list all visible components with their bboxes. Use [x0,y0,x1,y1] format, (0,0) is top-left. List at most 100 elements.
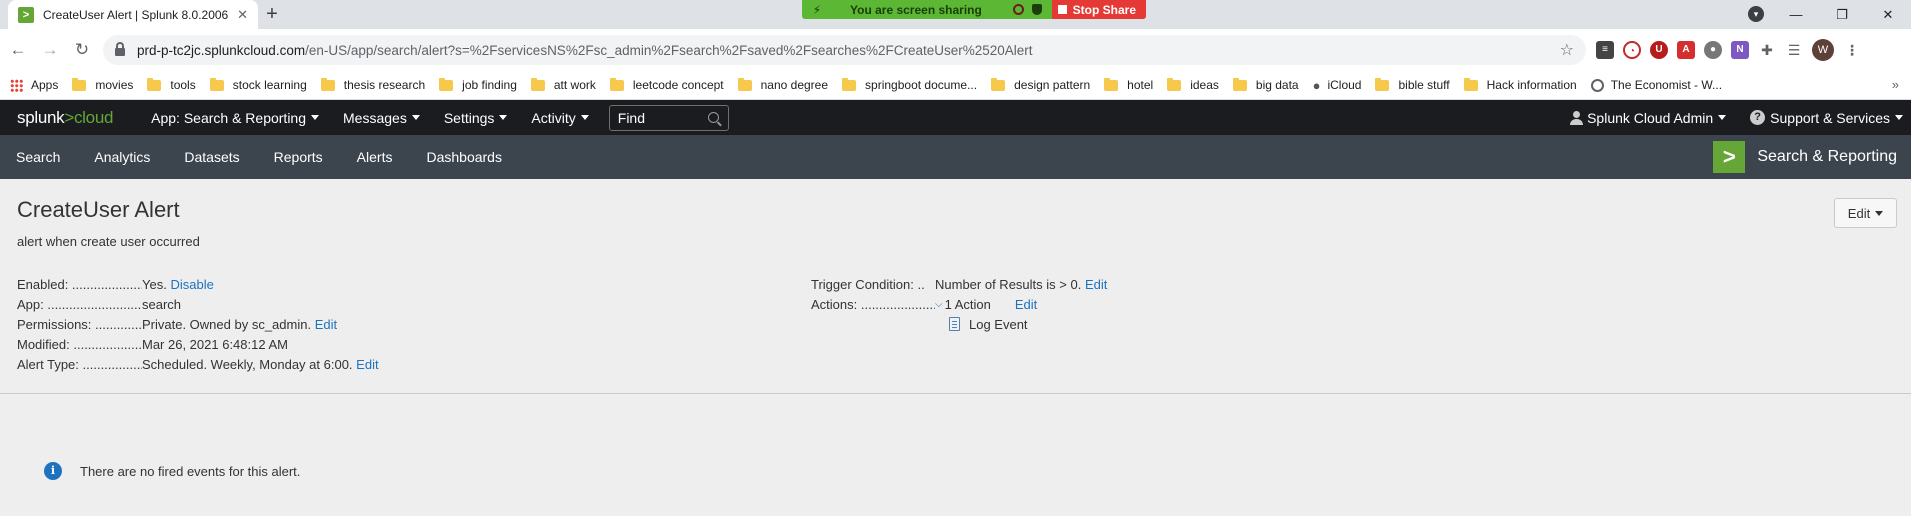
browser-menu-icon[interactable]: ⋮ [1843,41,1861,59]
tab-title: CreateUser Alert | Splunk 8.0.2006 [43,7,229,22]
app-bar: Search Analytics Datasets Reports Alerts… [0,135,1911,179]
circle-extension-icon[interactable]: ● [1704,41,1722,59]
restore-icon[interactable]: ❐ [1819,7,1865,23]
browser-tab-strip: > CreateUser Alert | Splunk 8.0.2006 ✕ +… [0,0,1911,29]
profile-dropdown-icon[interactable]: ▾ [1748,6,1764,22]
folder-icon [609,77,624,91]
bookmark-label: bible stuff [1398,78,1450,92]
folder-icon [320,77,335,91]
alert-properties-left: Enabled: ...................... Yes. Dis… [17,274,379,374]
splunk-favicon-icon: > [18,6,34,23]
timer-extension-icon[interactable]: ◔ [1623,41,1641,59]
app-nav-search[interactable]: Search [0,149,77,165]
find-input[interactable] [617,109,708,126]
bookmark-item[interactable]: big data [1232,77,1299,92]
disable-link[interactable]: Disable [170,277,213,292]
search-icon[interactable] [707,112,719,123]
url-text[interactable]: prd-p-tc2jc.splunkcloud.com/en-US/app/se… [137,43,1560,58]
settings-menu[interactable]: Settings [444,110,508,126]
caret-down-icon [499,115,508,120]
section-divider [0,393,1911,394]
puzzle-extensions-icon[interactable]: ✚ [1758,41,1776,59]
share-status-icon: ⚡ [812,2,822,17]
edit-dropdown-button[interactable]: Edit [1834,198,1897,228]
app-brand[interactable]: > Search & Reporting [1713,141,1897,173]
tab-close-icon[interactable]: ✕ [237,7,248,23]
page-title: CreateUser Alert [17,197,180,222]
bookmark-item[interactable]: Apps [10,78,58,92]
activity-menu[interactable]: Activity [531,110,589,126]
window-controls: — ❐ ✕ [1773,0,1911,29]
find-box[interactable] [608,104,729,131]
app-nav-alerts[interactable]: Alerts [340,149,410,165]
user-menu[interactable]: Splunk Cloud Admin [1570,110,1727,126]
stop-share-button[interactable]: Stop Share [1051,0,1146,19]
bookmark-item[interactable]: stock learning [209,77,307,92]
bookmark-item[interactable]: job finding [439,77,517,92]
bookmark-item[interactable]: movies [72,77,133,92]
app-nav-dashboards[interactable]: Dashboards [409,149,519,165]
bookmark-item[interactable]: thesis research [320,77,426,92]
app-nav-datasets[interactable]: Datasets [167,149,256,165]
folder-icon [530,77,545,91]
app-nav-reports[interactable]: Reports [257,149,340,165]
onenote-extension-icon[interactable]: N [1731,41,1749,59]
bookmarks-overflow-icon[interactable]: » [1892,77,1899,92]
app-menu[interactable]: App: Search & Reporting [151,110,320,126]
bookmark-item[interactable]: hotel [1104,77,1153,92]
reader-extension-icon[interactable]: ≡ [1596,41,1614,59]
bookmark-item[interactable]: The Economist - W... [1590,78,1722,92]
app-nav-analytics[interactable]: Analytics [77,149,167,165]
chevron-down-icon[interactable]: ⌵ [935,299,943,310]
browser-tab[interactable]: > CreateUser Alert | Splunk 8.0.2006 ✕ [8,0,258,29]
bookmark-item[interactable]: tools [147,77,196,92]
actions-count[interactable]: 1 Action [945,297,991,312]
prop-app: App: ............................... sea… [17,296,182,312]
ublock-extension-icon[interactable]: U [1650,41,1668,59]
bookmark-label: thesis research [343,78,426,92]
bookmark-label: stock learning [232,78,307,92]
trigger-edit-link[interactable]: Edit [1085,277,1107,292]
permissions-edit-link[interactable]: Edit [315,317,337,332]
user-icon [1570,110,1584,125]
close-window-icon[interactable]: ✕ [1865,7,1911,23]
bookmark-label: springboot docume... [865,78,978,92]
support-menu[interactable]: ? Support & Services [1750,110,1903,126]
new-tab-icon[interactable]: + [258,3,286,27]
bookmark-item[interactable]: bible stuff [1375,77,1450,92]
actions-edit-link[interactable]: Edit [1015,297,1037,312]
bookmark-item[interactable]: springboot docume... [842,77,978,92]
bookmark-item[interactable]: ideas [1167,77,1219,92]
reload-icon[interactable]: ↻ [71,39,93,61]
media-control-icon[interactable]: ☰ [1785,41,1803,59]
profile-avatar[interactable]: W [1812,39,1834,61]
bookmark-star-icon[interactable]: ☆ [1560,40,1574,60]
lock-icon[interactable] [115,42,125,56]
pdf-extension-icon[interactable]: A [1677,41,1695,59]
app-name: Search & Reporting [1757,148,1897,165]
alert-type-edit-link[interactable]: Edit [356,357,378,372]
forward-arrow-icon[interactable]: → [39,39,61,61]
folder-icon [1463,77,1478,91]
prop-alert-type: Alert Type: ................. Scheduled.… [17,356,379,372]
bookmark-label: big data [1255,78,1299,92]
bookmark-item[interactable]: Hack information [1463,77,1577,92]
prop-enabled: Enabled: ...................... Yes. Dis… [17,276,214,292]
bookmark-item[interactable]: nano degree [737,77,828,92]
bookmark-item[interactable]: design pattern [991,77,1090,92]
messages-menu[interactable]: Messages [343,110,420,126]
bookmark-label: tools [170,78,196,92]
browser-toolbar: ← → ↻ prd-p-tc2jc.splunkcloud.com/en-US/… [0,29,1911,71]
folder-icon [1167,77,1182,91]
bookmark-item[interactable]: ● iCloud [1313,78,1362,93]
action-log-event: Log Event [811,314,1107,334]
splunk-logo[interactable]: splunk>cloud [17,108,113,128]
bookmark-item[interactable]: att work [530,77,596,92]
caret-down-icon [311,115,320,120]
minimize-icon[interactable]: — [1773,7,1819,22]
address-bar[interactable]: prd-p-tc2jc.splunkcloud.com/en-US/app/se… [103,35,1586,65]
bookmark-label: iCloud [1327,78,1362,92]
bookmark-item[interactable]: leetcode concept [609,77,724,92]
back-arrow-icon[interactable]: ← [7,39,29,61]
no-events-notice: i There are no fired events for this ale… [44,462,300,480]
